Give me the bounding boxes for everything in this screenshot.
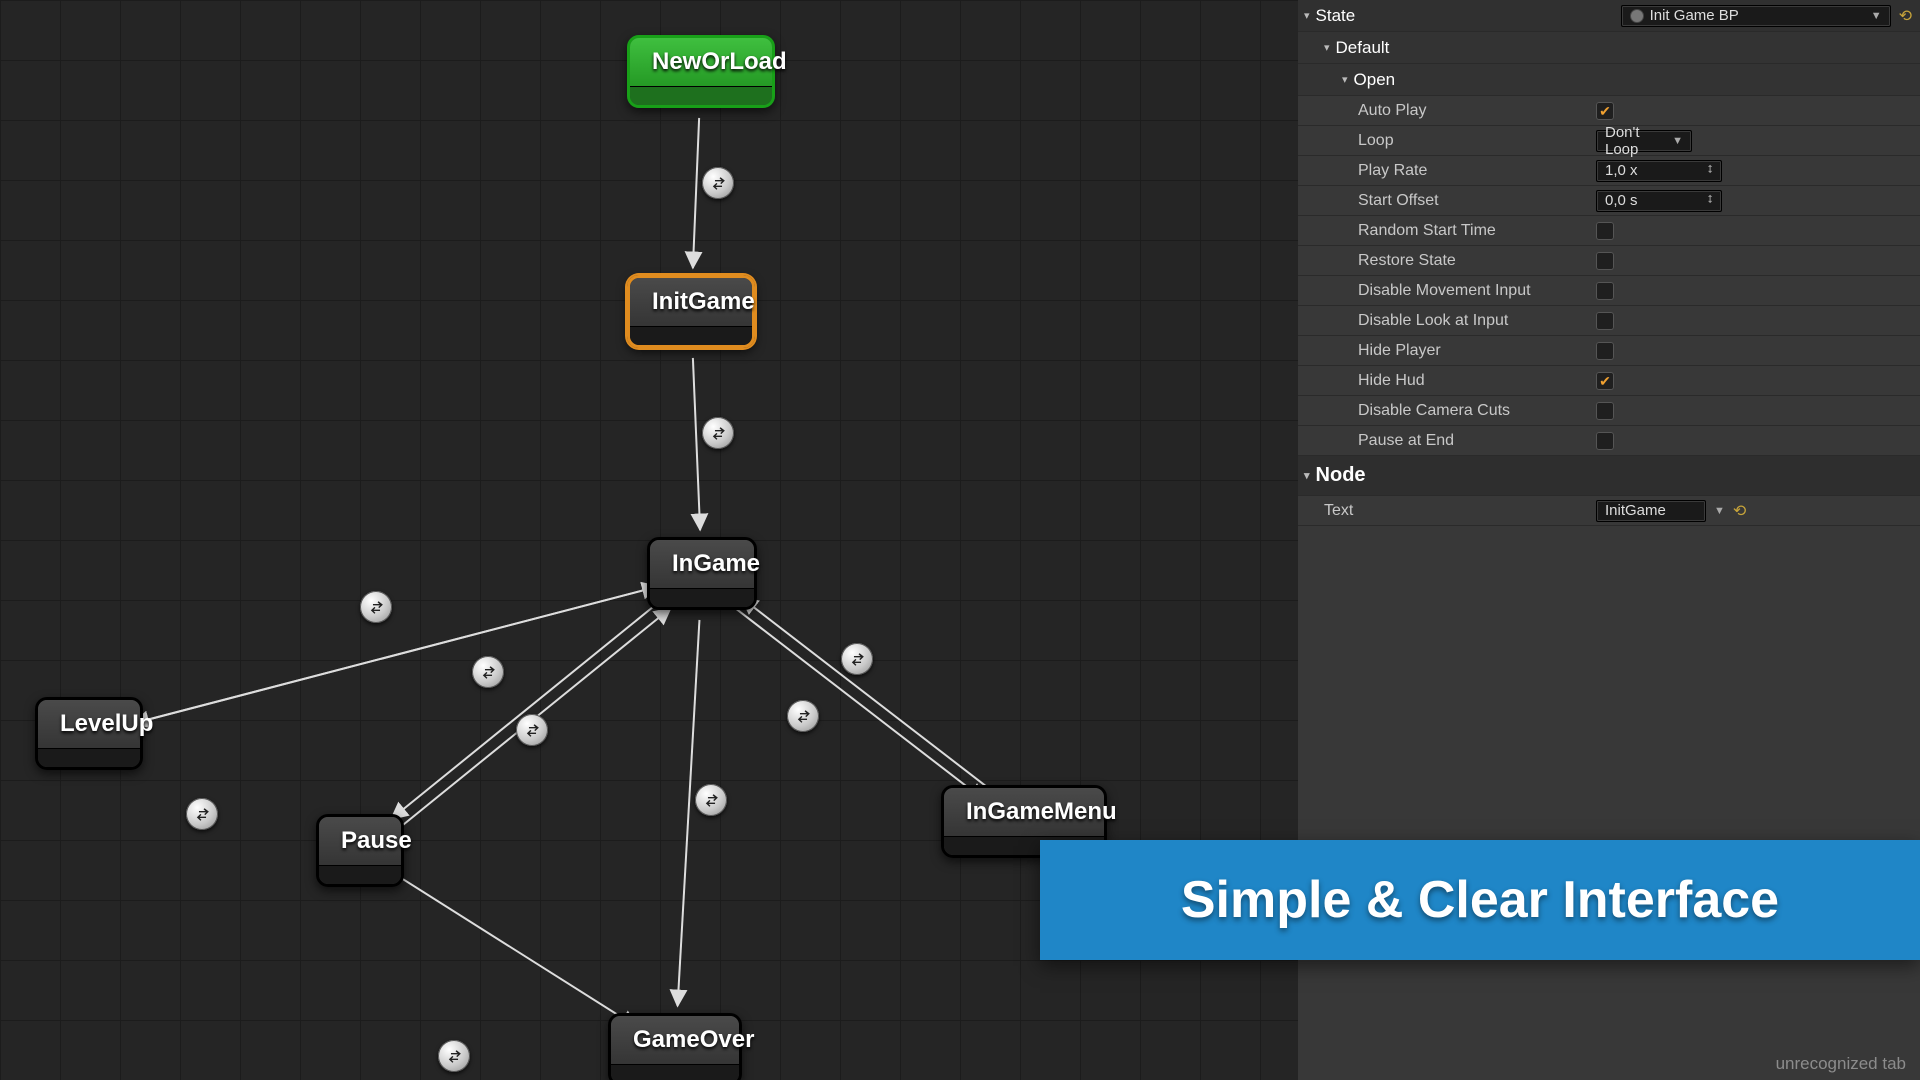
prop-label: Disable Movement Input — [1298, 282, 1596, 300]
node-body — [319, 866, 401, 884]
checkbox[interactable] — [1596, 102, 1614, 120]
disclosure-icon: ▾ — [1324, 41, 1330, 54]
graph-node-neworload[interactable]: NewOrLoad — [627, 35, 775, 108]
section-label: Open — [1354, 70, 1396, 90]
node-title: LevelUp — [38, 700, 140, 749]
section-label: Node — [1316, 464, 1366, 487]
number-input[interactable]: 1,0 x ⭥ — [1596, 160, 1722, 182]
prop-label: Text — [1298, 502, 1596, 520]
spinner-icon: ⭥ — [1707, 194, 1713, 207]
prop-row: Restore State — [1298, 246, 1920, 276]
transition-icon[interactable] — [472, 656, 504, 688]
prop-label: Loop — [1298, 132, 1596, 150]
prop-row: Play Rate 1,0 x ⭥ — [1298, 156, 1920, 186]
section-state[interactable]: ▾ State Init Game BP ▼ ⟲ — [1298, 0, 1920, 32]
prop-row: Start Offset 0,0 s ⭥ — [1298, 186, 1920, 216]
prop-label: Auto Play — [1298, 102, 1596, 120]
graph-node-pause[interactable]: Pause — [316, 814, 404, 887]
node-title: InGameMenu — [944, 788, 1104, 837]
checkbox[interactable] — [1596, 342, 1614, 360]
prop-row: Random Start Time — [1298, 216, 1920, 246]
transition-icon[interactable] — [787, 700, 819, 732]
prop-label: Disable Look at Input — [1298, 312, 1596, 330]
banner-text: Simple & Clear Interface — [1181, 870, 1779, 930]
prop-label: Disable Camera Cuts — [1298, 402, 1596, 420]
prop-label: Start Offset — [1298, 192, 1596, 210]
section-open[interactable]: ▾ Open — [1298, 64, 1920, 96]
number-input[interactable]: 0,0 s ⭥ — [1596, 190, 1722, 212]
node-body — [611, 1065, 739, 1080]
graph-node-ingame[interactable]: InGame — [647, 537, 757, 610]
node-body — [630, 87, 772, 105]
sphere-icon — [1630, 9, 1644, 23]
section-label: State — [1316, 6, 1356, 26]
prop-row: LoopDon't Loop▼ — [1298, 126, 1920, 156]
number-value: 1,0 x — [1605, 162, 1638, 179]
reset-icon[interactable]: ⟲ — [1899, 6, 1912, 26]
node-body — [630, 327, 752, 345]
prop-label: Hide Hud — [1298, 372, 1596, 390]
prop-label: Hide Player — [1298, 342, 1596, 360]
prop-label: Pause at End — [1298, 432, 1596, 450]
checkbox[interactable] — [1596, 252, 1614, 270]
prop-label: Random Start Time — [1298, 222, 1596, 240]
node-text-input[interactable]: InitGame — [1596, 500, 1706, 522]
prop-row: Disable Movement Input — [1298, 276, 1920, 306]
checkbox[interactable] — [1596, 372, 1614, 390]
transition-icon[interactable] — [695, 784, 727, 816]
graph-node-levelup[interactable]: LevelUp — [35, 697, 143, 770]
chevron-down-icon: ▼ — [1672, 135, 1683, 147]
node-title: Pause — [319, 817, 401, 866]
combo[interactable]: Don't Loop▼ — [1596, 130, 1692, 152]
section-node[interactable]: ▾ Node — [1298, 456, 1920, 496]
section-default[interactable]: ▾ Default — [1298, 32, 1920, 64]
graph-node-gameover[interactable]: GameOver — [608, 1013, 742, 1080]
checkbox[interactable] — [1596, 312, 1614, 330]
prop-row: Disable Camera Cuts — [1298, 396, 1920, 426]
prop-row: Hide Player — [1298, 336, 1920, 366]
prop-row: Pause at End — [1298, 426, 1920, 456]
node-title: InitGame — [630, 278, 752, 327]
chevron-down-icon[interactable]: ▼ — [1714, 505, 1725, 517]
combo-value: Don't Loop — [1605, 124, 1666, 158]
prop-row: Hide Hud — [1298, 366, 1920, 396]
prop-label: Restore State — [1298, 252, 1596, 270]
transition-icon[interactable] — [516, 714, 548, 746]
prop-node-text: Text InitGame ▼ ⟲ — [1298, 496, 1920, 526]
transition-icon[interactable] — [841, 643, 873, 675]
chevron-down-icon: ▼ — [1871, 10, 1882, 22]
node-title: NewOrLoad — [630, 38, 772, 87]
transition-icon[interactable] — [186, 798, 218, 830]
footer-note: unrecognized tab — [1298, 1048, 1920, 1080]
prop-label: Play Rate — [1298, 162, 1596, 180]
node-body — [650, 589, 754, 607]
disclosure-icon: ▾ — [1342, 73, 1348, 86]
node-title: InGame — [650, 540, 754, 589]
spinner-icon: ⭥ — [1707, 164, 1713, 177]
disclosure-icon: ▾ — [1304, 469, 1310, 482]
checkbox[interactable] — [1596, 432, 1614, 450]
checkbox[interactable] — [1596, 282, 1614, 300]
state-dropdown-value: Init Game BP — [1650, 7, 1739, 24]
graph-node-initgame[interactable]: InitGame — [627, 275, 755, 348]
checkbox[interactable] — [1596, 402, 1614, 420]
disclosure-icon: ▾ — [1304, 9, 1310, 22]
section-label: Default — [1336, 38, 1390, 58]
transition-icon[interactable] — [438, 1040, 470, 1072]
checkbox[interactable] — [1596, 222, 1614, 240]
node-text-value: InitGame — [1605, 502, 1666, 519]
node-body — [38, 749, 140, 767]
promo-banner: Simple & Clear Interface — [1040, 840, 1920, 960]
state-dropdown[interactable]: Init Game BP ▼ — [1621, 5, 1891, 27]
transition-icon[interactable] — [702, 167, 734, 199]
prop-row: Disable Look at Input — [1298, 306, 1920, 336]
reset-icon[interactable]: ⟲ — [1733, 501, 1746, 521]
number-value: 0,0 s — [1605, 192, 1638, 209]
transition-icon[interactable] — [360, 591, 392, 623]
transition-icon[interactable] — [702, 417, 734, 449]
node-title: GameOver — [611, 1016, 739, 1065]
prop-row: Auto Play — [1298, 96, 1920, 126]
